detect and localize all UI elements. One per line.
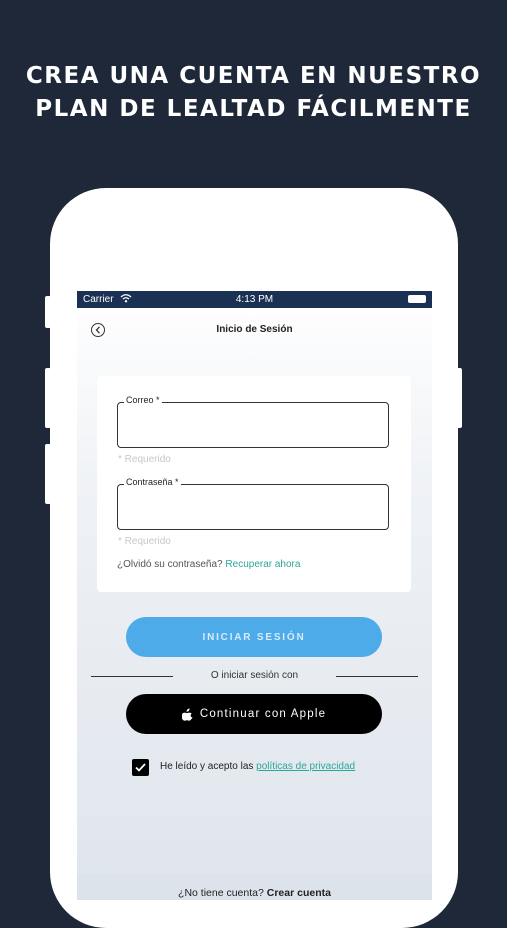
privacy-consent: He leído y acepto las políticas de priva… [160,761,355,772]
privacy-policy-link[interactable]: políticas de privacidad [256,761,355,772]
email-required-helper: * Requerido [118,454,171,465]
password-field-label: Contraseña * [124,477,181,487]
create-account-link[interactable]: Crear cuenta [267,887,331,899]
checkmark-icon [135,763,146,772]
login-button[interactable]: INICIAR SESIÓN [126,617,382,657]
battery-icon [408,295,426,303]
email-field[interactable] [117,402,389,448]
clock: 4:13 PM [235,294,274,305]
status-bar: Carrier 4:13 PM [77,291,432,308]
nav-bar: Inicio de Sesión [77,308,432,352]
headline-line-1: CREA UNA CUENTA EN NUESTRO [25,63,482,89]
password-required-helper: * Requerido [118,536,171,547]
signup-footer: ¿No tiene cuenta? Crear cuenta [77,874,432,900]
recover-now-link[interactable]: Recuperar ahora [225,559,300,570]
forgot-password-text: ¿Olvidó su contraseña? [117,559,223,570]
continue-with-apple-button[interactable]: Continuar con Apple [126,694,382,734]
apple-icon [181,708,193,721]
no-account-text: ¿No tiene cuenta? [178,887,264,899]
page-title: Inicio de Sesión [216,324,293,335]
password-field[interactable] [117,484,389,530]
apple-button-label: Continuar con Apple [199,708,327,720]
privacy-consent-text: He leído y acepto las [160,761,254,772]
divider-right [336,676,418,677]
forgot-password-row: ¿Olvidó su contraseña? Recuperar ahora [117,559,300,570]
app-screen: Carrier 4:13 PM Inicio de Sesión Correo … [77,291,432,900]
headline-line-2: PLAN DE LEALTAD FÁCILMENTE [35,96,472,122]
privacy-checkbox[interactable] [132,759,149,776]
email-field-label: Correo * [124,395,162,405]
login-form-card: Correo * * Requerido Contraseña * * Requ… [97,376,411,592]
promo-headline: CREA UNA CUENTA EN NUESTRO PLAN DE LEALT… [0,60,507,126]
